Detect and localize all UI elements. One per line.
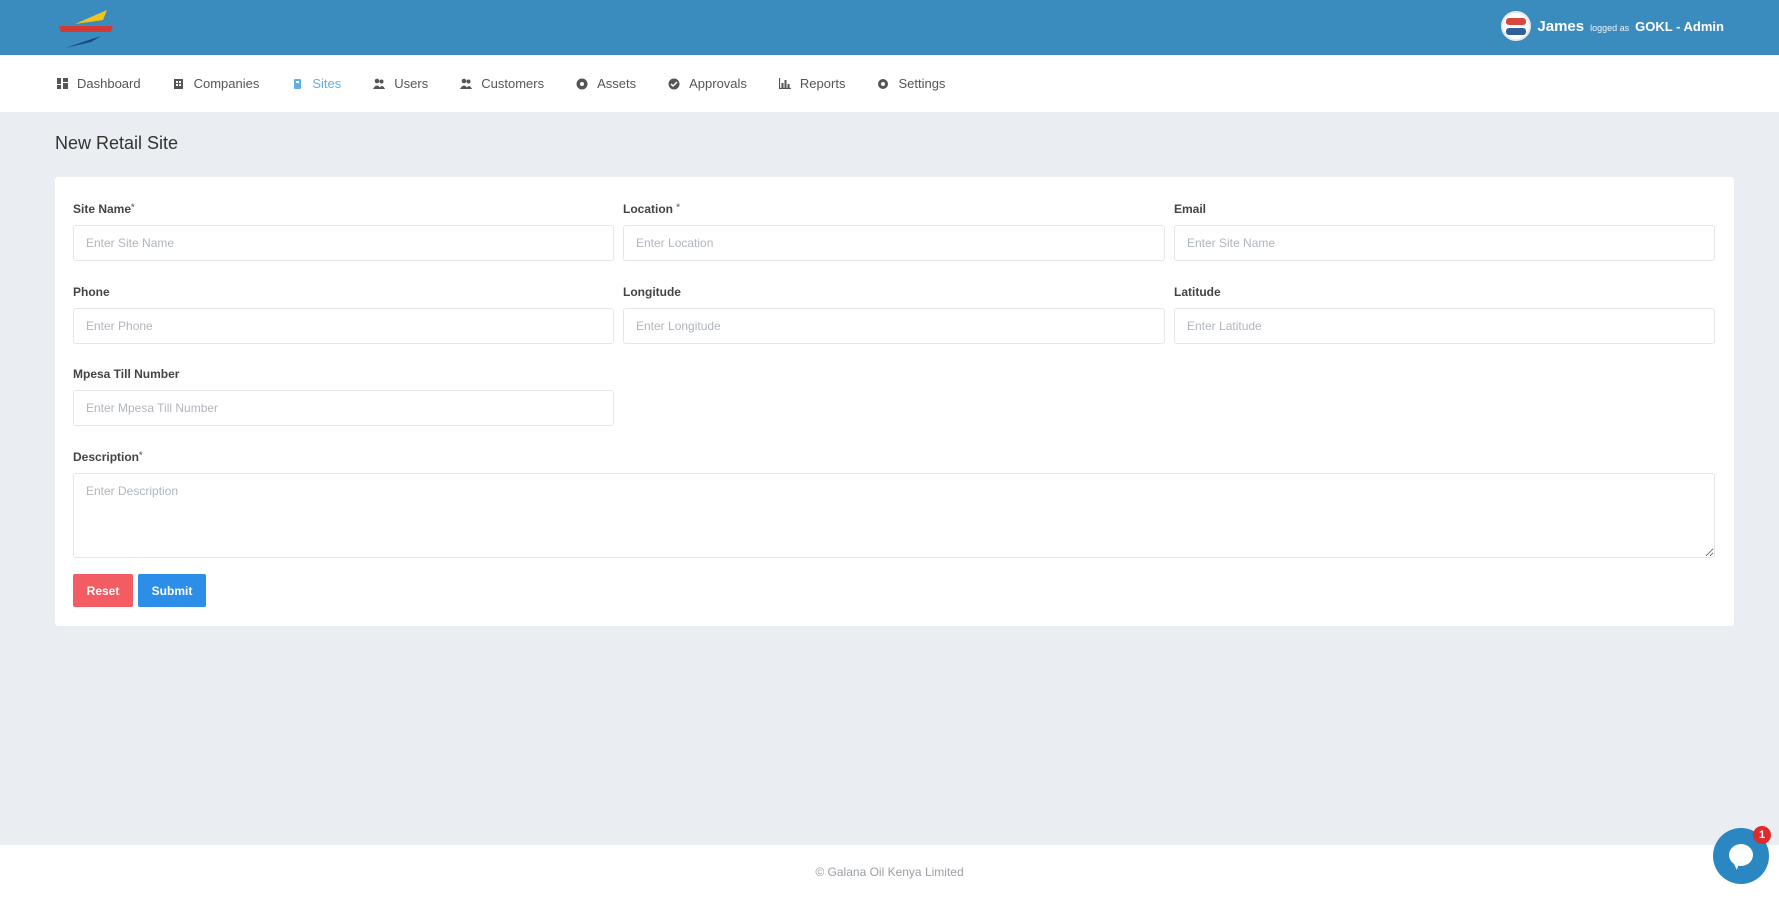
nav-label-customers: Customers xyxy=(481,76,545,91)
site-icon xyxy=(290,77,304,91)
org-role: GOKL - Admin xyxy=(1635,18,1724,34)
email-input[interactable] xyxy=(1174,225,1715,261)
users-icon xyxy=(372,77,386,91)
description-label: Description* xyxy=(73,450,1715,464)
description-textarea[interactable] xyxy=(73,473,1715,558)
bar-chart-icon xyxy=(778,77,792,91)
nav-label-dashboard: Dashboard xyxy=(77,76,141,91)
required-marker: * xyxy=(139,450,143,460)
longitude-group: Longitude xyxy=(623,285,1165,344)
nav-label-users: Users xyxy=(394,76,429,91)
location-label: Location * xyxy=(623,202,1165,216)
nav-label-sites: Sites xyxy=(312,76,342,91)
location-input[interactable] xyxy=(623,225,1165,261)
copyright-text: © Galana Oil Kenya Limited xyxy=(815,865,964,879)
dashboard-icon xyxy=(55,77,69,91)
nav-item-approvals[interactable]: Approvals xyxy=(667,76,747,91)
longitude-label: Longitude xyxy=(623,285,681,299)
user-name: James xyxy=(1537,17,1585,35)
latitude-input[interactable] xyxy=(1174,308,1715,344)
company-logo[interactable] xyxy=(55,6,117,50)
mpesa-group: Mpesa Till Number xyxy=(73,367,614,426)
nav-label-reports: Reports xyxy=(799,76,846,91)
email-group: Email xyxy=(1174,202,1715,261)
site-name-label-text: Site Name xyxy=(73,202,132,216)
phone-label: Phone xyxy=(73,285,110,299)
latitude-label: Latitude xyxy=(1174,285,1221,299)
email-label: Email xyxy=(1174,202,1207,216)
new-site-form: Site Name* Location * Email Phone Longit… xyxy=(55,177,1734,626)
nav-item-sites[interactable]: Sites xyxy=(290,76,341,91)
building-icon xyxy=(172,77,186,91)
location-label-text: Location xyxy=(623,202,673,216)
required-marker: * xyxy=(131,202,135,212)
description-label-text: Description xyxy=(73,450,140,464)
asset-icon xyxy=(575,77,589,91)
phone-group: Phone xyxy=(73,285,614,344)
nav-label-assets: Assets xyxy=(597,76,637,91)
footer: © Galana Oil Kenya Limited xyxy=(0,845,1779,900)
user-menu[interactable]: James logged as GOKL - Admin xyxy=(1501,11,1724,41)
logged-as-text: logged as xyxy=(1590,22,1630,33)
chat-bubble-icon xyxy=(1729,844,1753,866)
chat-button[interactable]: 1 xyxy=(1713,826,1771,884)
nav-item-customers[interactable]: Customers xyxy=(459,76,544,91)
main-navigation: Dashboard Companies Sites Users Customer… xyxy=(0,55,1779,112)
site-name-label: Site Name* xyxy=(73,202,614,216)
mpesa-label: Mpesa Till Number xyxy=(73,367,180,381)
required-marker: * xyxy=(676,202,680,212)
reset-button[interactable]: Reset xyxy=(73,574,133,607)
site-name-input[interactable] xyxy=(73,225,614,261)
description-group: Description* xyxy=(73,450,1715,563)
page-title: New Retail Site xyxy=(55,133,179,153)
customers-icon xyxy=(459,77,473,91)
nav-item-reports[interactable]: Reports xyxy=(778,76,846,91)
gear-icon xyxy=(876,77,890,91)
mpesa-till-input[interactable] xyxy=(73,390,614,426)
longitude-input[interactable] xyxy=(623,308,1165,344)
site-name-group: Site Name* xyxy=(73,202,614,261)
location-group: Location * xyxy=(623,202,1165,261)
nav-item-dashboard[interactable]: Dashboard xyxy=(55,76,141,91)
nav-item-users[interactable]: Users xyxy=(372,76,428,91)
check-circle-icon xyxy=(667,77,681,91)
nav-item-companies[interactable]: Companies xyxy=(172,76,260,91)
nav-label-settings: Settings xyxy=(898,76,946,91)
phone-input[interactable] xyxy=(73,308,614,344)
nav-item-settings[interactable]: Settings xyxy=(876,76,945,91)
submit-button[interactable]: Submit xyxy=(138,574,206,607)
nav-label-companies: Companies xyxy=(193,76,260,91)
nav-label-approvals: Approvals xyxy=(689,76,747,91)
avatar[interactable] xyxy=(1501,11,1532,41)
latitude-group: Latitude xyxy=(1174,285,1715,344)
chat-notification-badge: 1 xyxy=(1753,826,1771,844)
top-bar: James logged as GOKL - Admin xyxy=(0,0,1779,55)
nav-item-assets[interactable]: Assets xyxy=(575,76,636,91)
